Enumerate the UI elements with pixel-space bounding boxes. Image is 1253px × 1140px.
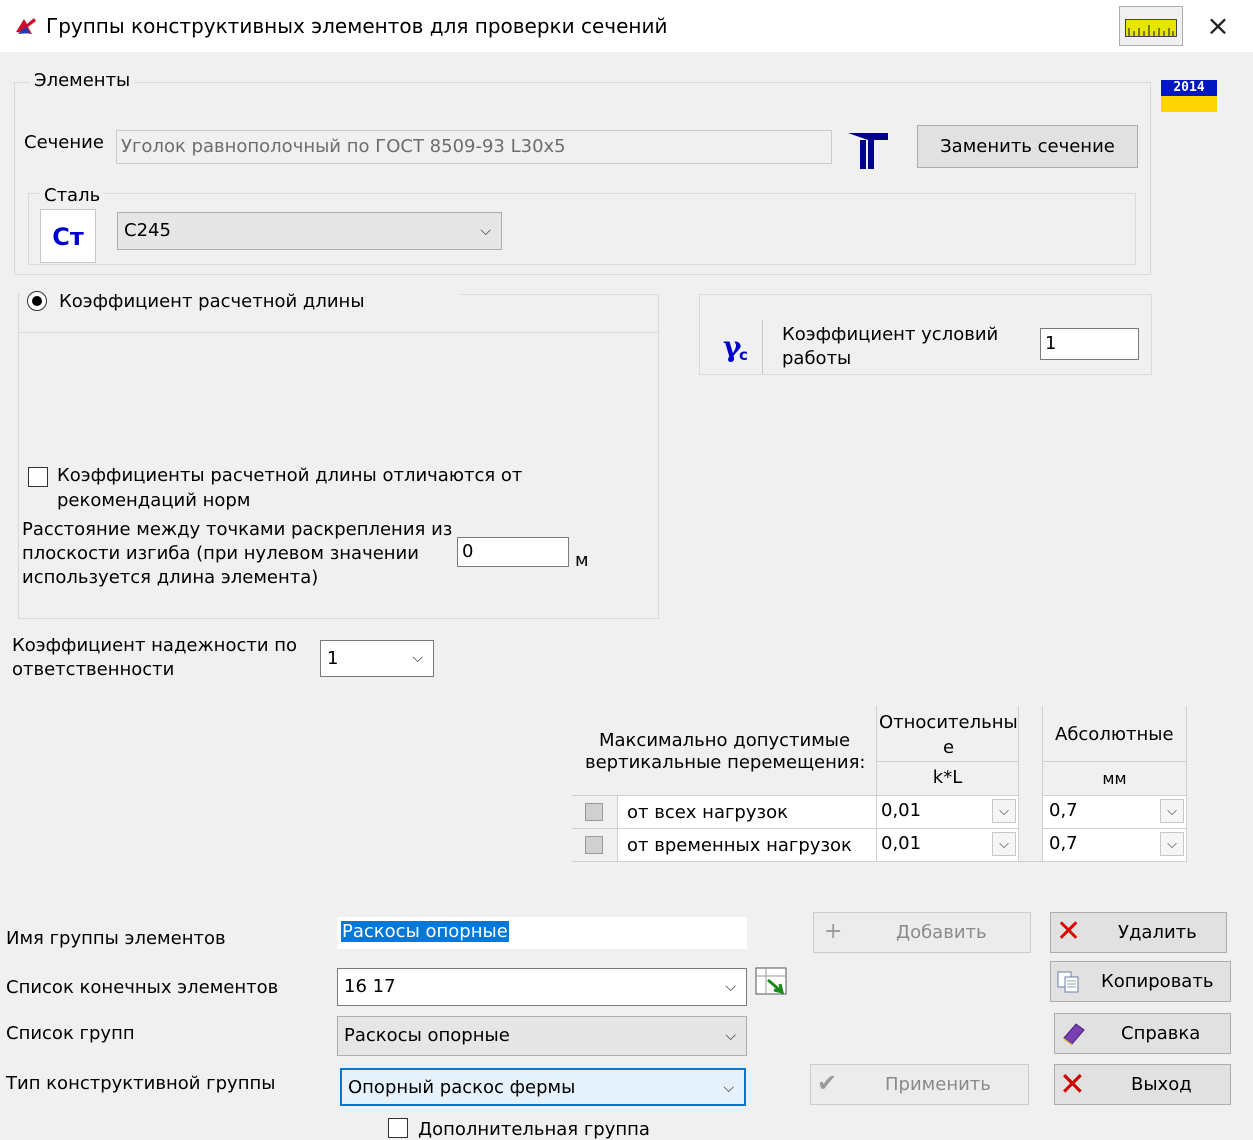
gamma-c-icon[interactable]: γ c <box>709 320 763 374</box>
disp-row-label: от временных нагрузок <box>618 829 877 862</box>
length-coef-differ-checkbox[interactable] <box>28 467 48 487</box>
length-coef-label: Коэффициент расчетной длины <box>59 291 365 312</box>
steel-icon[interactable]: Ст <box>40 209 96 263</box>
reliability-label-1: Коэффициент надежности по <box>12 635 298 656</box>
extra-group-label: Дополнительная группа <box>418 1119 650 1140</box>
ruler-button[interactable] <box>1119 6 1183 46</box>
group-type-value: Опорный раскос фермы <box>348 1077 576 1098</box>
distance-input[interactable]: 0 <box>457 537 569 567</box>
window-title: Группы конструктивных элементов для пров… <box>46 14 668 38</box>
app-icon <box>16 18 36 34</box>
disp-rel-select[interactable]: 0,01 ⌵ <box>877 829 1019 862</box>
chevron-down-icon: ⌵ <box>725 1028 736 1044</box>
ruler-icon <box>1125 19 1177 37</box>
element-list-label: Список конечных элементов <box>6 977 279 998</box>
disp-col-relative: Относительны е <box>877 706 1019 762</box>
steel-group-label: Сталь <box>40 185 105 206</box>
section-field: Уголок равнополочный по ГОСТ 8509-93 L30… <box>116 130 832 164</box>
chevron-down-icon: ⌵ <box>725 979 736 995</box>
disp-unit-absolute: мм <box>1043 762 1187 796</box>
delete-x-icon: ✕ <box>1056 914 1082 949</box>
steel-icon-text: Ст <box>52 223 84 251</box>
group-list-select[interactable]: Раскосы опорные ⌵ <box>337 1016 747 1056</box>
disp-rel-select[interactable]: 0,01 ⌵ <box>877 796 1019 829</box>
distance-label-2: плоскости изгиба (при нулевом значении <box>22 543 419 564</box>
copy-button[interactable]: Копировать <box>1050 961 1231 1002</box>
disp-col-absolute: Абсолютные <box>1043 706 1187 762</box>
plus-icon: + <box>824 919 843 944</box>
chevron-down-icon: ⌵ <box>412 650 423 666</box>
reliability-value: 1 <box>327 648 339 669</box>
disp-row-checkbox[interactable] <box>585 803 603 821</box>
work-conditions-input[interactable]: 1 <box>1040 328 1139 360</box>
disp-abs-select[interactable]: 0,7 ⌵ <box>1043 796 1187 829</box>
checkmark-icon: ✔ <box>817 1069 838 1097</box>
section-shape-icon <box>848 133 888 169</box>
reliability-label-2: ответственности <box>12 659 175 680</box>
work-conditions-label-2: работы <box>782 348 852 369</box>
element-list-select[interactable]: 16 17 ⌵ <box>337 968 747 1006</box>
group-name-value: Раскосы опорные <box>341 921 509 942</box>
disp-row-label: от всех нагрузок <box>618 796 877 829</box>
element-list-value: 16 17 <box>344 976 396 997</box>
chevron-down-icon: ⌵ <box>480 223 491 239</box>
group-type-select[interactable]: Опорный раскос фермы ⌵ <box>340 1068 746 1106</box>
exit-x-icon: ✕ <box>1059 1065 1086 1103</box>
section-label: Сечение <box>24 132 104 153</box>
exit-button[interactable]: ✕ Выход <box>1054 1064 1231 1105</box>
chevron-down-icon: ⌵ <box>1160 799 1184 823</box>
disp-unit-relative: k*L <box>877 762 1019 796</box>
group-name-label: Имя группы элементов <box>6 928 226 949</box>
distance-label-3: используется длина элемента) <box>22 567 319 588</box>
extra-group-checkbox[interactable] <box>388 1118 408 1138</box>
length-coef-differ-label-2: рекомендаций норм <box>57 490 251 511</box>
help-book-icon <box>1063 1023 1085 1046</box>
group-list-value: Раскосы опорные <box>344 1025 510 1046</box>
delete-button[interactable]: ✕ Удалить <box>1050 912 1227 953</box>
distance-label-1: Расстояние между точками раскрепления из <box>22 519 453 540</box>
replace-section-button[interactable]: Заменить сечение <box>917 125 1138 168</box>
steel-value: С245 <box>124 220 171 241</box>
distance-unit: м <box>575 550 589 571</box>
work-conditions-label-1: Коэффициент условий <box>782 324 999 345</box>
group-type-label: Тип конструктивной группы <box>6 1073 276 1094</box>
version-badge-text: 2014 <box>1161 80 1217 96</box>
version-badge: 2014 <box>1161 80 1217 112</box>
chevron-down-icon: ⌵ <box>992 799 1016 823</box>
chevron-down-icon: ⌵ <box>992 832 1016 856</box>
length-coef-radio[interactable] <box>27 291 47 311</box>
steel-select[interactable]: С245 ⌵ <box>117 212 502 250</box>
add-button[interactable]: + Добавить <box>813 912 1031 953</box>
apply-button[interactable]: ✔ Применить <box>810 1064 1029 1105</box>
help-button[interactable]: Справка <box>1054 1013 1231 1054</box>
elements-group-label: Элементы <box>30 70 135 91</box>
close-button[interactable]: × <box>1196 8 1240 44</box>
reliability-select[interactable]: 1 ⌵ <box>320 640 434 677</box>
group-list-label: Список групп <box>6 1023 135 1044</box>
chevron-down-icon: ⌵ <box>1160 832 1184 856</box>
length-coef-differ-label-1: Коэффициенты расчетной длины отличаются … <box>57 465 523 486</box>
chevron-down-icon: ⌵ <box>723 1080 734 1096</box>
disp-header: Максимально допустимые вертикальные пере… <box>572 706 877 796</box>
disp-abs-select[interactable]: 0,7 ⌵ <box>1043 829 1187 862</box>
copy-icon <box>1057 971 1079 993</box>
select-elements-icon[interactable] <box>754 966 790 998</box>
group-name-input[interactable]: Раскосы опорные <box>337 917 747 949</box>
disp-row-checkbox[interactable] <box>585 836 603 854</box>
